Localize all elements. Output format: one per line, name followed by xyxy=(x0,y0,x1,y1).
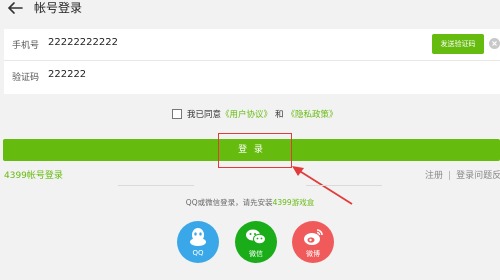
account-login-link[interactable]: 4399帐号登录 xyxy=(4,168,63,181)
login-issue-link[interactable]: 登录问题反馈 xyxy=(456,171,500,181)
qq-icon xyxy=(190,228,206,246)
page-title: 帐号登录 xyxy=(34,1,83,15)
third-party-tip: QQ或微信登录，请先安装4399游戏盒 xyxy=(0,197,500,208)
phone-row: 手机号 发送验证码 xyxy=(4,29,500,61)
weibo-label: 微博 xyxy=(306,250,320,258)
agreement-row: 我已同意 《用户协议》 和 《隐私政策》 xyxy=(172,107,338,121)
weibo-icon xyxy=(304,229,323,245)
qq-label: QQ xyxy=(192,249,204,257)
annotation-highlight-box xyxy=(218,133,292,168)
weibo-login-button[interactable]: 微博 xyxy=(292,221,334,263)
login-form: 手机号 发送验证码 验证码 xyxy=(4,29,500,94)
phone-input[interactable] xyxy=(48,37,348,48)
header-bar: 帐号登录 xyxy=(0,0,500,22)
register-link[interactable]: 注册 xyxy=(425,171,443,181)
phone-label: 手机号 xyxy=(12,41,40,51)
agree-text: 我已同意 xyxy=(187,110,222,120)
close-circle-icon[interactable] xyxy=(489,38,500,49)
game-box-link[interactable]: 4399游戏盒 xyxy=(273,198,315,207)
privacy-policy-link[interactable]: 《隐私政策》 xyxy=(287,108,338,120)
wechat-icon xyxy=(246,229,266,245)
wechat-label: 微信 xyxy=(249,250,263,258)
links-separator: | xyxy=(448,171,452,181)
third-party-tip-text: QQ或微信登录，请先安装 xyxy=(185,198,273,207)
send-code-button[interactable]: 发送验证码 xyxy=(432,34,484,54)
agree-and-text: 和 xyxy=(275,110,284,120)
agree-checkbox[interactable] xyxy=(172,109,182,119)
code-label: 验证码 xyxy=(12,73,40,83)
right-links: 注册 | 登录问题反馈 xyxy=(425,168,500,181)
wechat-login-button[interactable]: 微信 xyxy=(235,221,277,263)
qq-login-button[interactable]: QQ xyxy=(177,221,219,263)
arrow-left-icon[interactable] xyxy=(6,1,24,15)
code-input[interactable] xyxy=(48,69,348,80)
code-row: 验证码 xyxy=(4,61,500,94)
user-agreement-link[interactable]: 《用户协议》 xyxy=(221,108,272,120)
divider-left xyxy=(118,185,194,186)
divider-right xyxy=(306,185,382,186)
